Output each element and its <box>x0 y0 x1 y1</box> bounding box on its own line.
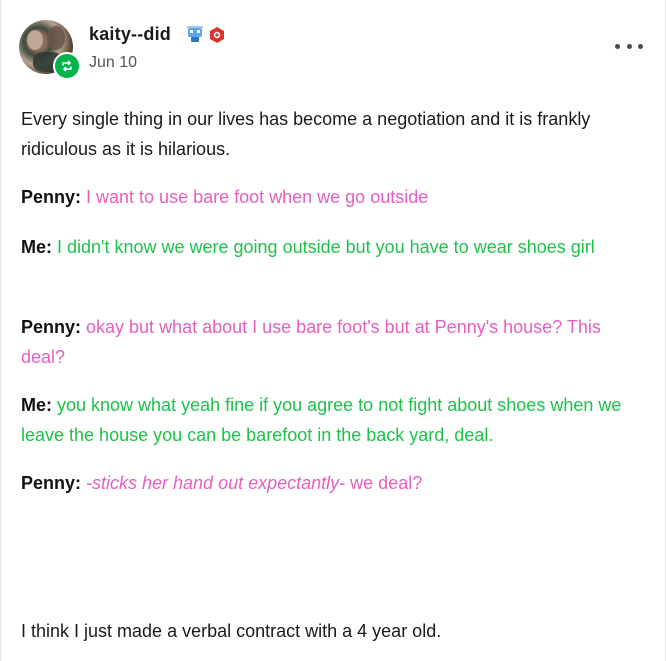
reblog-icon <box>53 52 81 80</box>
speaker-label: Penny: <box>21 473 82 493</box>
post-header: kaity--did Jun 10 <box>19 18 649 80</box>
dialogue-text: I want to use bare foot when we go outsi… <box>81 187 429 207</box>
dialogue-line: Penny: okay but what about I use bare fo… <box>21 312 647 372</box>
user-badges[interactable] <box>185 24 226 46</box>
username[interactable]: kaity--did <box>89 24 171 45</box>
speaker-label: Me: <box>21 395 52 415</box>
dialogue-text: I didn't know we were going outside but … <box>52 237 595 257</box>
red-hexagon-badge-icon[interactable] <box>208 26 226 44</box>
speaker-label: Penny: <box>21 317 82 337</box>
blue-robot-badge-icon[interactable] <box>185 25 205 45</box>
more-options-icon[interactable] <box>615 36 643 56</box>
outro-paragraph: I think I just made a verbal contract wi… <box>21 621 442 641</box>
post-card: kaity--did Jun 10 Every single thing in … <box>0 0 666 661</box>
dialogue-line: Me: I didn't know we were going outside … <box>21 232 595 262</box>
dialogue-text: you know what yeah fine if you agree to … <box>21 395 622 445</box>
speaker-label: Penny: <box>21 187 82 207</box>
dialogue-text: we deal? <box>345 473 423 493</box>
dialogue-text: okay but what about I use bare foot's bu… <box>21 317 601 367</box>
dialogue-line: Penny: -sticks her hand out expectantly-… <box>21 468 422 498</box>
dialogue-line: Penny: I want to use bare foot when we g… <box>21 182 428 212</box>
speaker-label: Me: <box>21 237 52 257</box>
dialogue-action-text: -sticks her hand out expectantly- <box>81 473 346 493</box>
post-date: Jun 10 <box>89 54 138 71</box>
dialogue-line: Me: you know what yeah fine if you agree… <box>21 390 647 450</box>
intro-paragraph: Every single thing in our lives has beco… <box>21 109 591 159</box>
